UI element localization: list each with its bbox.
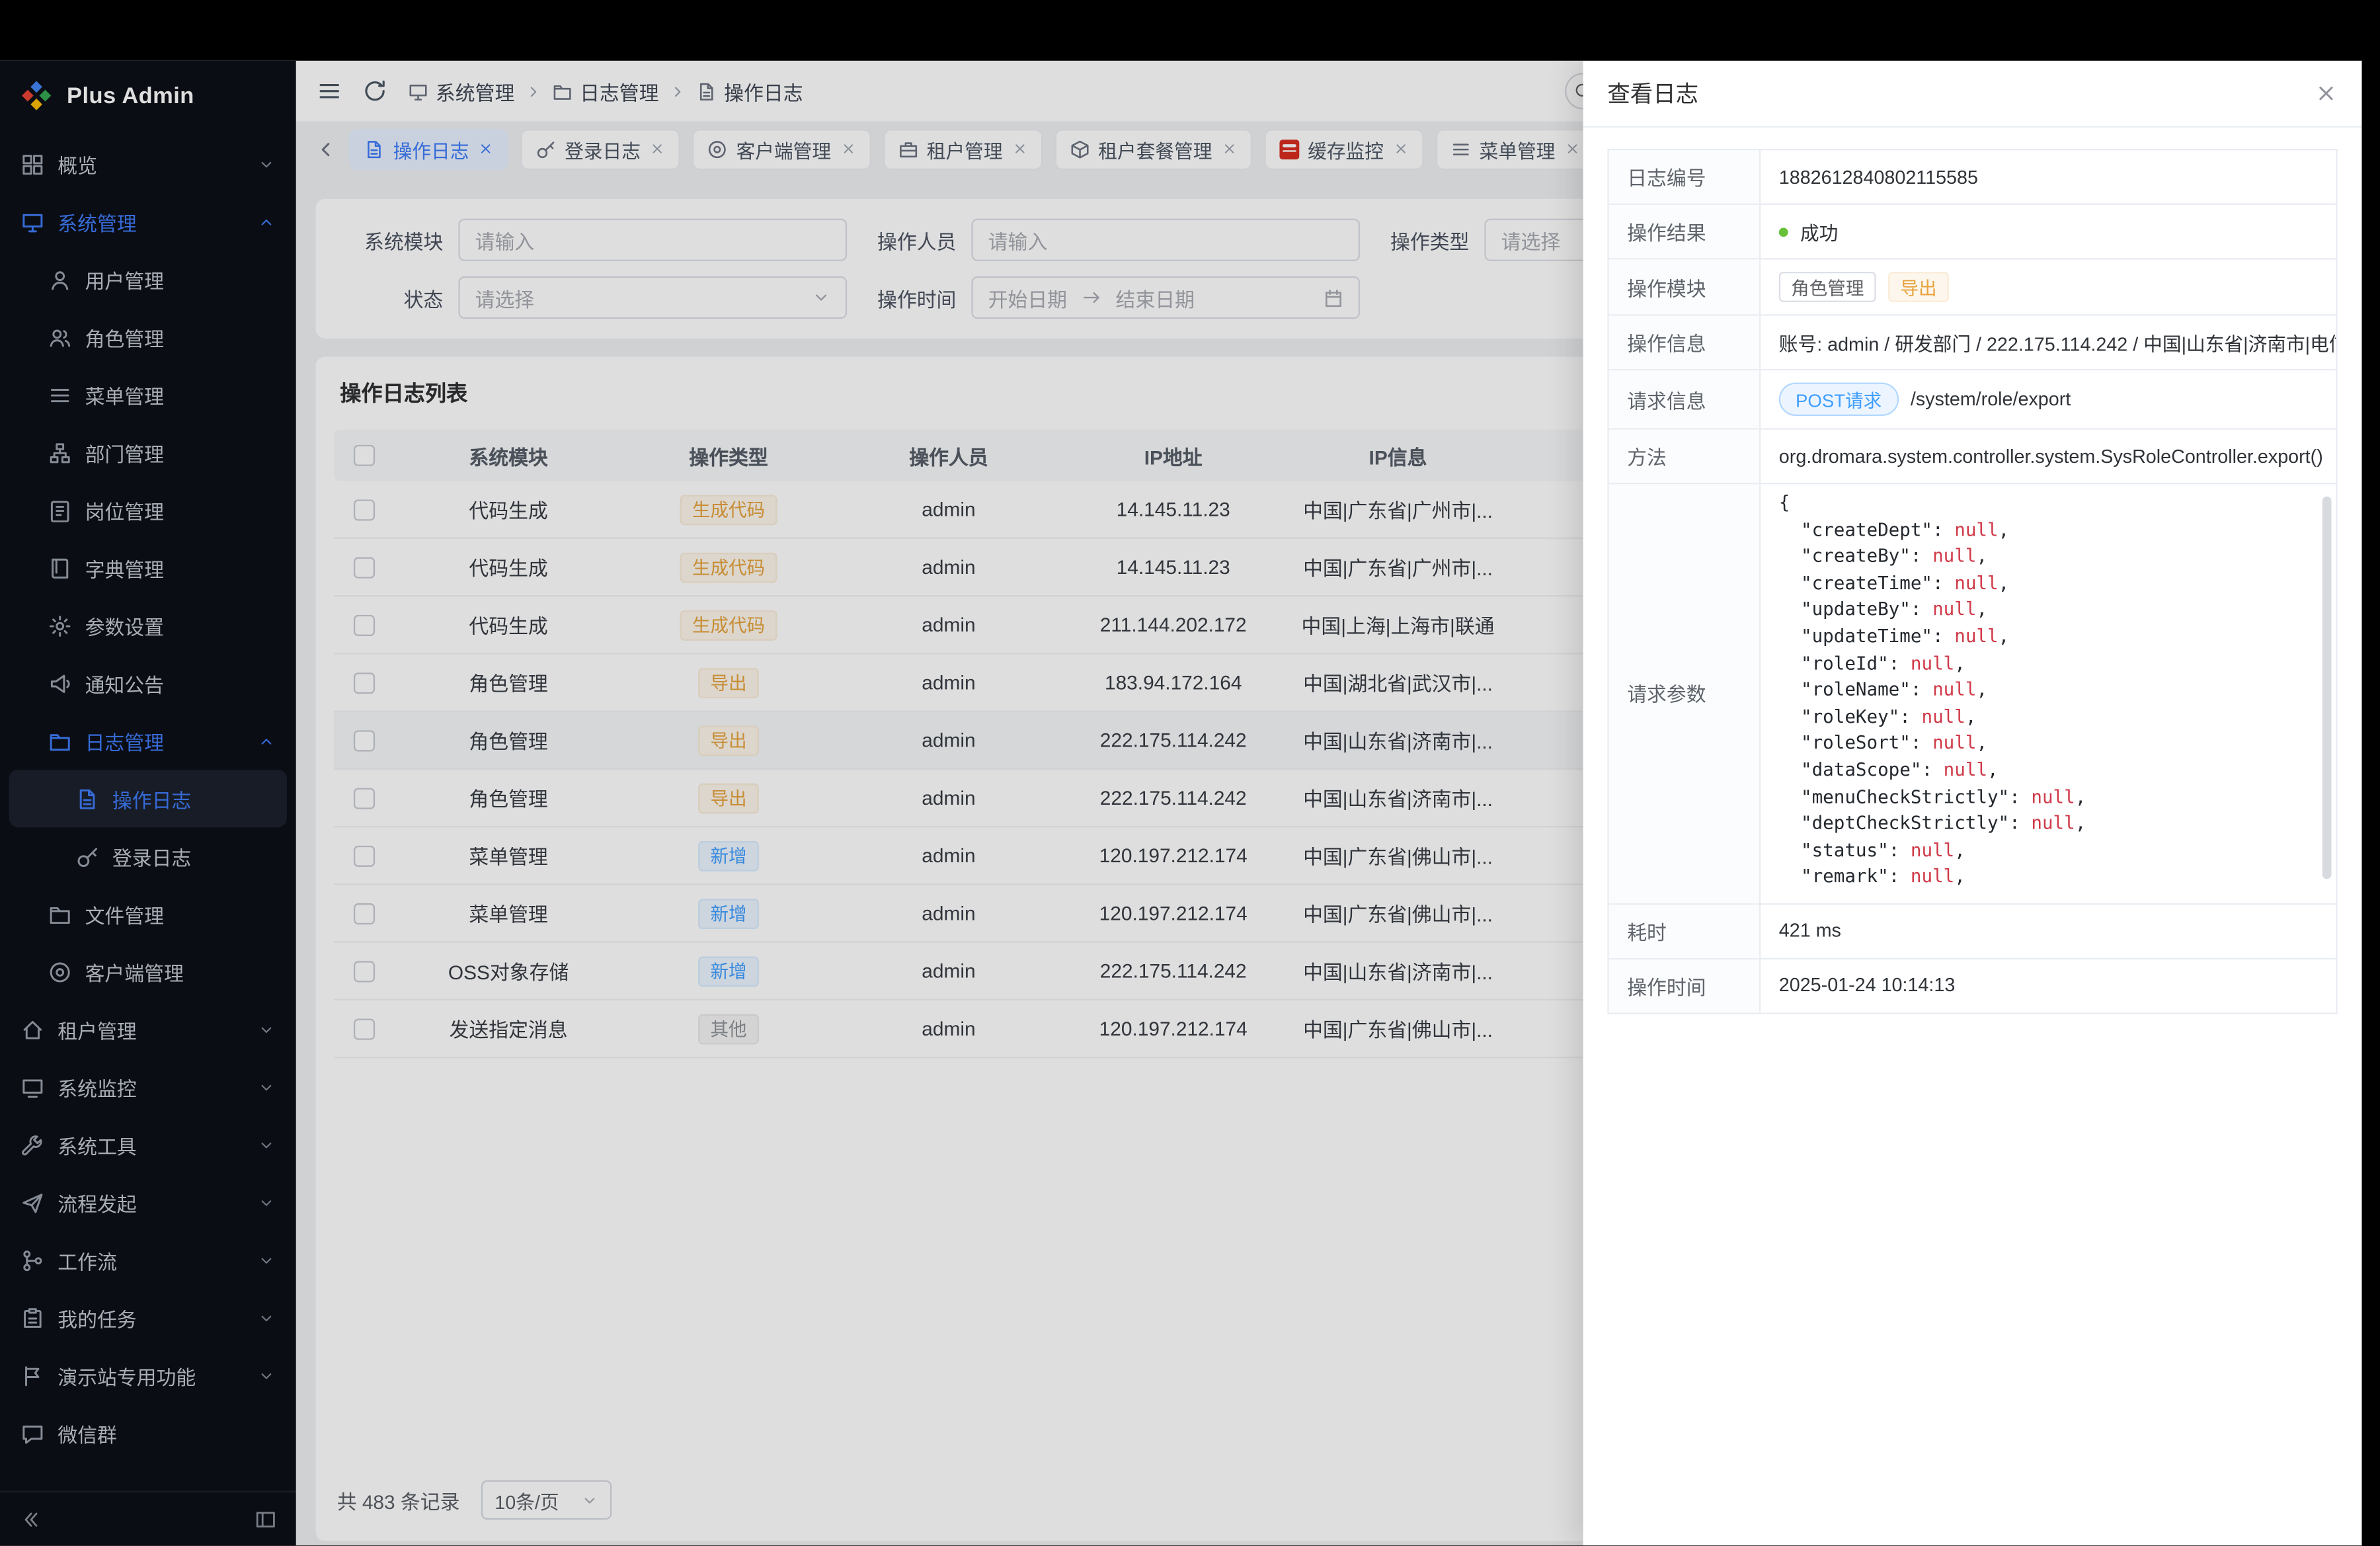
detail-value: { "createDept": null, "createBy": null, … <box>1761 484 2336 903</box>
drawer-header: 查看日志 <box>1583 61 2362 128</box>
detail-value: org.dromara.system.controller.system.Sys… <box>1761 430 2336 483</box>
detail-value: 2025-01-24 10:14:13 <box>1761 959 2336 1012</box>
detail-value: 成功 <box>1761 205 2336 258</box>
module-tag: 导出 <box>1888 272 1949 302</box>
detail-label: 请求信息 <box>1609 370 1761 428</box>
detail-value: 账号: admin / 研发部门 / 222.175.114.242 / 中国|… <box>1761 316 2336 369</box>
detail-label: 请求参数 <box>1609 484 1761 903</box>
detail-value: 角色管理导出 <box>1761 260 2336 315</box>
view-log-drawer: 查看日志 日志编号1882612840802115585操作结果成功操作模块角色… <box>1583 61 2362 1545</box>
detail-row: 方法org.dromara.system.controller.system.S… <box>1609 430 2336 485</box>
close-icon[interactable] <box>2315 82 2337 104</box>
request-params-json: { "createDept": null, "createBy": null, … <box>1779 491 2086 891</box>
log-detail-table: 日志编号1882612840802115585操作结果成功操作模块角色管理导出操… <box>1607 149 2337 1014</box>
detail-row: 日志编号1882612840802115585 <box>1609 150 2336 205</box>
code-scrollbar[interactable] <box>2322 497 2332 879</box>
detail-label: 操作结果 <box>1609 205 1761 258</box>
detail-label: 方法 <box>1609 430 1761 483</box>
detail-row: 操作时间2025-01-24 10:14:13 <box>1609 959 2336 1014</box>
detail-value: POST请求/system/role/export <box>1761 370 2336 428</box>
http-method-tag: POST请求 <box>1779 383 1899 417</box>
detail-row: 耗时421 ms <box>1609 905 2336 959</box>
detail-row: 请求参数{ "createDept": null, "createBy": nu… <box>1609 484 2336 905</box>
detail-row: 操作信息账号: admin / 研发部门 / 222.175.114.242 /… <box>1609 316 2336 371</box>
drawer-title: 查看日志 <box>1607 77 1698 109</box>
success-dot <box>1779 227 1788 236</box>
detail-label: 操作模块 <box>1609 260 1761 315</box>
app-window: Plus Admin 概览系统管理用户管理角色管理菜单管理部门管理岗位管理字典管… <box>0 61 2361 1545</box>
module-tag: 角色管理 <box>1779 272 1876 302</box>
detail-value: 421 ms <box>1761 905 2336 957</box>
detail-row: 操作结果成功 <box>1609 205 2336 260</box>
screen: Plus Admin 概览系统管理用户管理角色管理菜单管理部门管理岗位管理字典管… <box>0 0 2380 1545</box>
detail-label: 操作时间 <box>1609 959 1761 1012</box>
detail-row: 操作模块角色管理导出 <box>1609 260 2336 316</box>
detail-label: 操作信息 <box>1609 316 1761 369</box>
detail-label: 耗时 <box>1609 905 1761 957</box>
detail-label: 日志编号 <box>1609 150 1761 203</box>
detail-value: 1882612840802115585 <box>1761 150 2336 203</box>
detail-row: 请求信息POST请求/system/role/export <box>1609 370 2336 430</box>
